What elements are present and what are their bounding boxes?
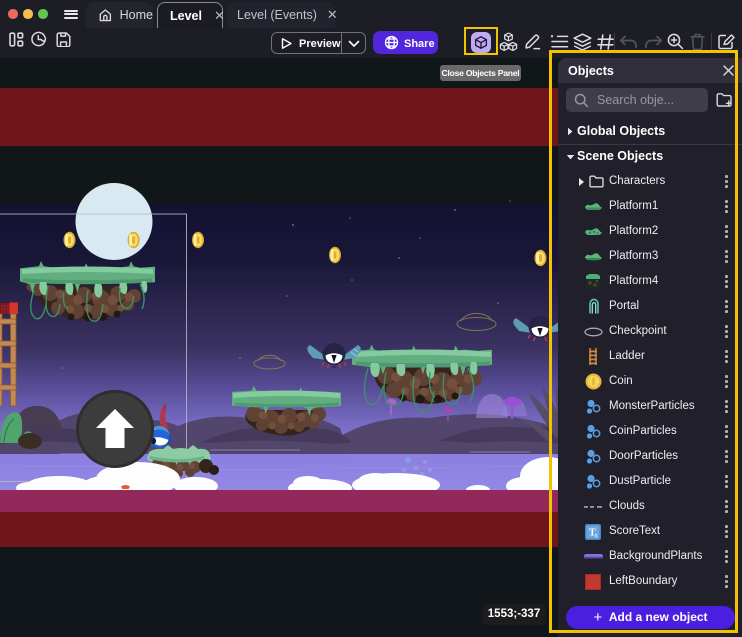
svg-text:x: x	[595, 532, 599, 540]
